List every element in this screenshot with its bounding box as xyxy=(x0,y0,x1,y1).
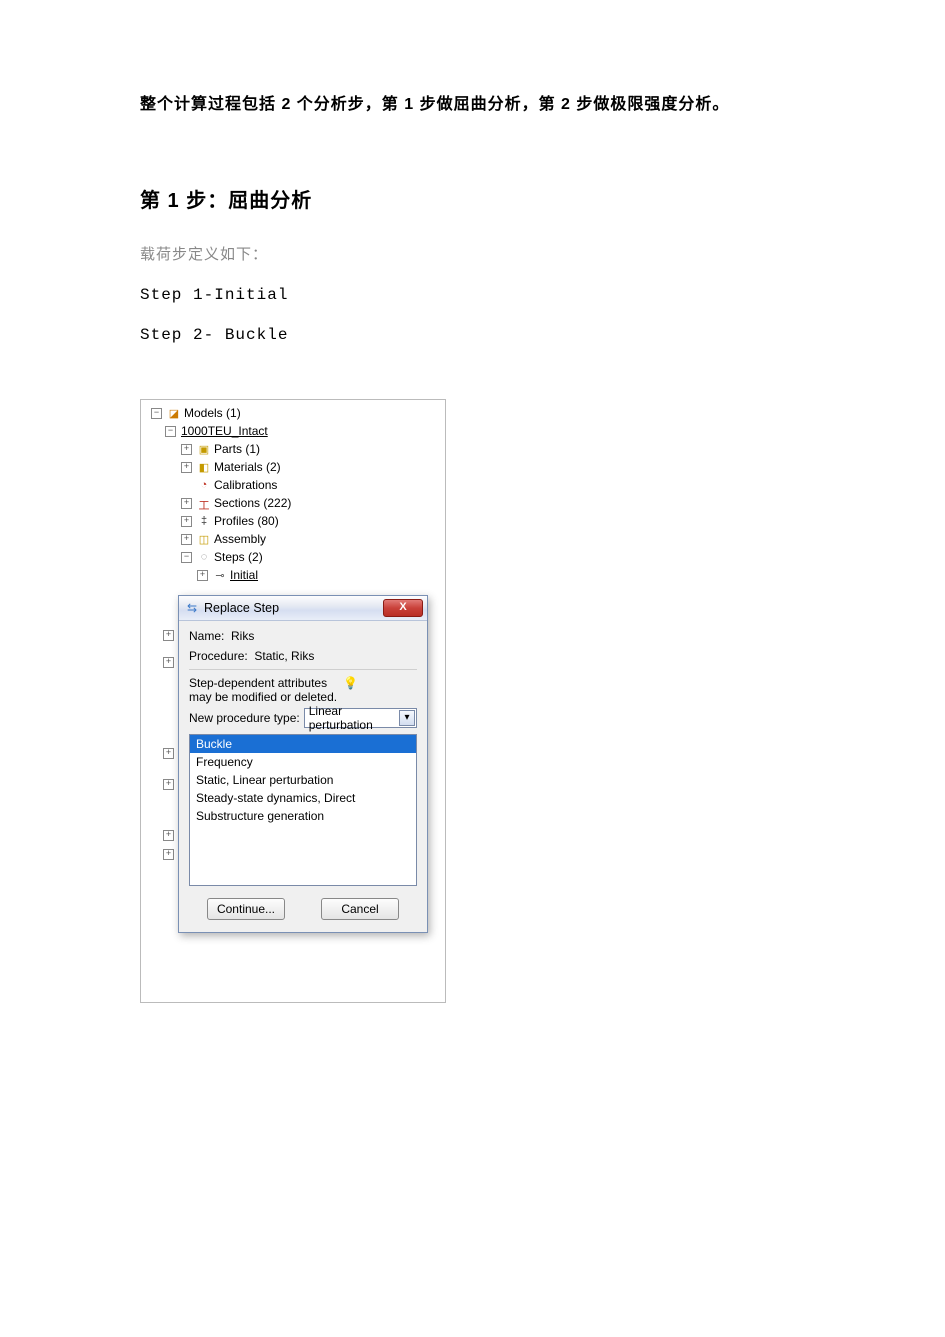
materials-icon: ◧ xyxy=(197,461,211,473)
tree-models[interactable]: − ◪ Models (1) xyxy=(149,404,441,422)
new-procedure-label: New procedure type: xyxy=(189,711,300,725)
expand-icon[interactable]: + xyxy=(163,830,174,841)
option-buckle[interactable]: Buckle xyxy=(190,735,416,753)
section-heading: 第 1 步：屈曲分析 xyxy=(140,184,805,213)
dialog-titlebar[interactable]: ⇆ Replace Step X xyxy=(179,596,427,621)
tree-profiles[interactable]: + ‡ Profiles (80) xyxy=(149,512,441,530)
procedure-listbox[interactable]: Buckle Frequency Static, Linear perturba… xyxy=(189,734,417,886)
tree-parts[interactable]: + ▣ Parts (1) xyxy=(149,440,441,458)
initial-icon: ⊸ xyxy=(213,569,227,581)
tree-label: Assembly xyxy=(214,532,266,546)
separator xyxy=(189,669,417,670)
continue-button[interactable]: Continue... xyxy=(207,898,285,920)
sections-icon: 工 xyxy=(197,497,211,509)
expand-icon[interactable]: + xyxy=(163,630,174,641)
cancel-button[interactable]: Cancel xyxy=(321,898,399,920)
option-steady-state-dynamics-direct[interactable]: Steady-state dynamics, Direct xyxy=(190,789,416,807)
profiles-icon: ‡ xyxy=(197,515,211,527)
tree-assembly[interactable]: + ◫ Assembly xyxy=(149,530,441,548)
lightbulb-icon: 💡 xyxy=(343,676,358,690)
expand-icon[interactable]: + xyxy=(181,516,192,527)
tree-label: Sections (222) xyxy=(214,496,291,510)
models-icon: ◪ xyxy=(167,407,181,419)
collapse-icon[interactable]: − xyxy=(181,552,192,563)
procedure-label: Procedure: xyxy=(189,649,248,663)
tip-line-2: may be modified or deleted. xyxy=(189,690,337,704)
option-substructure-generation[interactable]: Substructure generation xyxy=(190,807,416,825)
parts-icon: ▣ xyxy=(197,443,211,455)
name-value: Riks xyxy=(231,629,254,643)
expand-icon[interactable]: + xyxy=(163,779,174,790)
new-procedure-row: New procedure type: Linear perturbation … xyxy=(189,708,417,728)
name-row: Name: Riks xyxy=(189,629,417,643)
expand-icon[interactable]: + xyxy=(181,498,192,509)
new-procedure-value: Linear perturbation xyxy=(309,704,400,732)
option-static-linear-perturbation[interactable]: Static, Linear perturbation xyxy=(190,771,416,789)
tree-model-name[interactable]: − 1000TEU_Intact xyxy=(149,422,441,440)
collapse-icon[interactable]: − xyxy=(165,426,176,437)
assembly-icon: ◫ xyxy=(197,533,211,545)
step-1-line: Step 1-Initial xyxy=(140,286,805,304)
dialog-title: Replace Step xyxy=(204,601,279,615)
expand-icon[interactable]: + xyxy=(181,444,192,455)
intro-paragraph: 整个计算过程包括 2 个分析步，第 1 步做屈曲分析，第 2 步做极限强度分析。 xyxy=(140,90,805,114)
tree-sections[interactable]: + 工 Sections (222) xyxy=(149,494,441,512)
tree-stub-column: + + + + + + xyxy=(163,630,176,868)
tree-label: Profiles (80) xyxy=(214,514,279,528)
steps-icon: ◌ xyxy=(197,551,211,563)
collapse-icon[interactable]: − xyxy=(151,408,162,419)
replace-step-icon: ⇆ xyxy=(185,601,199,615)
tree-step-initial[interactable]: + ⊸ Initial xyxy=(149,566,441,584)
expand-icon[interactable]: + xyxy=(163,748,174,759)
tree-label: Initial xyxy=(230,568,258,582)
calibrations-icon: ◔ xyxy=(197,479,211,491)
tree-label: Materials (2) xyxy=(214,460,281,474)
abaqus-screenshot: − ◪ Models (1) − 1000TEU_Intact + ▣ Part… xyxy=(140,399,446,1003)
chevron-down-icon[interactable]: ▾ xyxy=(399,710,415,726)
procedure-value: Static, Riks xyxy=(254,649,314,663)
tree-label: 1000TEU_Intact xyxy=(181,424,268,438)
tree-label: Models (1) xyxy=(184,406,241,420)
step-2-line: Step 2- Buckle xyxy=(140,326,805,344)
tree-steps[interactable]: − ◌ Steps (2) xyxy=(149,548,441,566)
tip-line-1: Step-dependent attributes xyxy=(189,676,337,690)
tree-label: Steps (2) xyxy=(214,550,263,564)
tree-calibrations[interactable]: ◔ Calibrations xyxy=(149,476,441,494)
expand-icon[interactable]: + xyxy=(163,657,174,668)
expand-icon[interactable]: + xyxy=(197,570,208,581)
procedure-row: Procedure: Static, Riks xyxy=(189,649,417,663)
expand-icon[interactable]: + xyxy=(163,849,174,860)
tip-row: Step-dependent attributes may be modifie… xyxy=(189,676,417,704)
option-frequency[interactable]: Frequency xyxy=(190,753,416,771)
replace-step-dialog: ⇆ Replace Step X Name: Riks Procedure: S… xyxy=(178,595,428,933)
close-button[interactable]: X xyxy=(383,599,423,617)
model-tree: − ◪ Models (1) − 1000TEU_Intact + ▣ Part… xyxy=(145,404,441,584)
expand-icon[interactable]: + xyxy=(181,462,192,473)
tree-materials[interactable]: + ◧ Materials (2) xyxy=(149,458,441,476)
new-procedure-select[interactable]: Linear perturbation ▾ xyxy=(304,708,417,728)
load-step-subtext: 载荷步定义如下： xyxy=(140,243,805,264)
tree-label: Parts (1) xyxy=(214,442,260,456)
tree-label: Calibrations xyxy=(214,478,277,492)
expand-icon[interactable]: + xyxy=(181,534,192,545)
name-label: Name: xyxy=(189,629,224,643)
